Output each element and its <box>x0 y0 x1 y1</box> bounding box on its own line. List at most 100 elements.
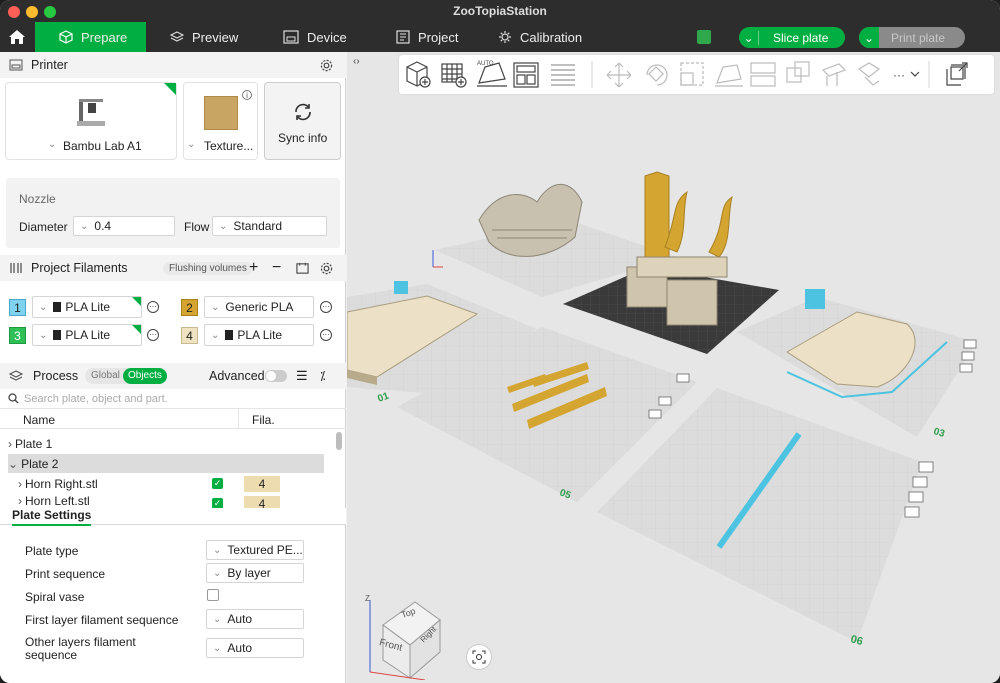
diameter-select[interactable]: ⌄ 0.4 <box>73 216 175 236</box>
printer-icon <box>9 59 23 71</box>
chevron-down-icon: ⌄ <box>213 613 222 625</box>
tab-prepare[interactable]: Prepare <box>35 22 146 52</box>
print-sequence-select[interactable]: ⌄ By layer <box>206 563 304 583</box>
other-layers-sequence-select[interactable]: ⌄ Auto <box>206 638 304 658</box>
printer-card[interactable]: ⌄ Bambu Lab A1 <box>5 82 177 160</box>
more-options-icon[interactable]: ··· <box>320 301 332 313</box>
chevron-down-icon: ⌄ <box>211 301 220 313</box>
nav-cube-icon <box>369 600 441 681</box>
add-filament-icon[interactable]: + <box>249 259 258 277</box>
tab-project[interactable]: Project <box>396 22 458 52</box>
tab-device[interactable]: Device <box>283 22 347 52</box>
printer-a1-icon <box>77 99 105 126</box>
tree-row-plate-1[interactable]: › Plate 1 <box>8 434 324 453</box>
list-icon[interactable]: ☰ <box>296 368 308 384</box>
process-section-header: Process Global Objects Advanced ☰ ⁒ <box>0 363 346 389</box>
setting-label: Plate type <box>25 544 79 558</box>
navigation-cube[interactable]: Top Front Right Z <box>365 590 455 681</box>
tab-label: Prepare <box>81 29 128 45</box>
filaments-section-title: Project Filaments <box>31 261 128 275</box>
nav-cube-z: Z <box>365 594 370 603</box>
object-search-input[interactable]: Search plate, object and part. <box>0 389 346 409</box>
gear-icon[interactable] <box>320 262 333 275</box>
more-options-icon[interactable]: ··· <box>147 329 159 341</box>
gear-icon[interactable] <box>320 59 333 72</box>
flow-select[interactable]: ⌄ Standard <box>212 216 327 236</box>
diameter-label: Diameter <box>19 220 68 234</box>
filament-select[interactable]: ⌄ PLA Lite <box>32 324 142 346</box>
brand-icon <box>53 302 62 312</box>
tree-label: Horn Right.stl <box>25 476 98 491</box>
plate-label: 06 <box>849 633 864 648</box>
flow-value: Standard <box>233 219 283 233</box>
tree-row-plate-2[interactable]: ⌄ Plate 2 <box>8 454 324 473</box>
3d-viewport[interactable]: ‹› AUTO ··· 01 05 03 06 Top Front Right … <box>347 52 1000 683</box>
sync-info-button[interactable]: Sync info <box>264 82 341 160</box>
tree-label: Plate 2 <box>21 456 59 471</box>
setting-value: Auto <box>227 612 253 626</box>
setting-label: Spiral vase <box>25 590 85 604</box>
info-icon[interactable]: i <box>242 90 252 100</box>
plate-label: 03 <box>932 426 946 440</box>
plate-type-select[interactable]: ⌄ Textured PE... <box>206 540 304 560</box>
plate-settings-tab-bar: Plate Settings <box>0 508 346 526</box>
plate-type-short: Texture... <box>204 139 254 153</box>
plate-label: 01 <box>376 391 391 405</box>
more-options-icon[interactable]: ··· <box>320 329 332 341</box>
focus-icon <box>472 650 486 664</box>
filament-index[interactable]: 4 <box>244 476 280 492</box>
filament-number: 4 <box>181 327 198 344</box>
object-list-header: Name Fila. <box>0 409 346 429</box>
brand-icon <box>225 330 234 340</box>
toggle-global[interactable]: Global <box>91 370 120 381</box>
tab-label: Calibration <box>520 29 583 45</box>
brand-icon <box>53 330 62 340</box>
filament-index[interactable]: 4 <box>244 496 280 508</box>
tab-preview[interactable]: Preview <box>170 22 238 52</box>
printable-checkbox[interactable]: ✓ <box>212 498 223 508</box>
filament-select[interactable]: ⌄ PLA Lite <box>204 324 314 346</box>
device-icon <box>283 30 299 44</box>
chevron-right-icon[interactable]: › <box>18 494 22 508</box>
filament-select[interactable]: ⌄ Generic PLA <box>204 296 314 318</box>
selected-corner-icon <box>132 325 141 334</box>
chevron-down-icon: ⌄ <box>187 139 196 150</box>
multi-plate-icon[interactable] <box>697 30 711 44</box>
printable-checkbox[interactable]: ✓ <box>212 478 223 489</box>
global-objects-toggle[interactable]: Global Objects <box>85 368 167 384</box>
advanced-label: Advanced <box>209 369 265 383</box>
slice-plate-button[interactable]: ⌄ Slice plate <box>739 27 845 48</box>
search-placeholder: Search plate, object and part. <box>24 392 168 405</box>
compare-icon[interactable]: ⁒ <box>320 369 325 383</box>
first-layer-sequence-select[interactable]: ⌄ Auto <box>206 609 304 629</box>
chevron-down-icon: ⌄ <box>39 329 48 341</box>
flushing-volumes-button[interactable]: Flushing volumes <box>163 261 253 275</box>
tree-scrollbar[interactable] <box>336 432 342 450</box>
plate-card[interactable]: i ⌄ Texture... <box>183 82 258 160</box>
filament-number: 2 <box>181 299 198 316</box>
tree-row-object[interactable]: › Horn Right.stl ✓ 4 <box>8 474 324 493</box>
advanced-toggle[interactable] <box>265 370 287 382</box>
more-options-icon[interactable]: ··· <box>147 301 159 313</box>
title-bar: ZooTopiaStation <box>0 0 1000 22</box>
toggle-objects[interactable]: Objects <box>123 368 167 384</box>
tab-label: Preview <box>192 29 239 45</box>
chevron-right-icon[interactable]: › <box>18 477 22 491</box>
filament-select[interactable]: ⌄ PLA Lite <box>32 296 142 318</box>
cube-icon <box>59 30 73 44</box>
home-button[interactable] <box>0 22 34 52</box>
sync-filament-icon[interactable] <box>296 262 309 275</box>
chevron-down-icon: ⌄ <box>80 220 89 232</box>
tab-calibration[interactable]: Calibration <box>498 22 582 52</box>
plate-settings-tab[interactable]: Plate Settings <box>12 508 92 526</box>
chevron-down-icon[interactable]: ⌄ <box>859 27 879 48</box>
print-plate-button[interactable]: ⌄ Print plate <box>859 27 965 48</box>
camera-fit-button[interactable] <box>466 644 492 670</box>
remove-filament-icon[interactable]: − <box>272 259 281 277</box>
chevron-right-icon[interactable]: › <box>8 437 12 451</box>
tree-row-object[interactable]: › Horn Left.stl ✓ 4 <box>8 494 324 508</box>
chevron-down-icon[interactable]: ⌄ <box>8 457 18 471</box>
chevron-down-icon[interactable]: ⌄ <box>739 30 759 45</box>
spiral-vase-checkbox[interactable] <box>207 589 219 601</box>
sync-icon <box>295 103 311 121</box>
